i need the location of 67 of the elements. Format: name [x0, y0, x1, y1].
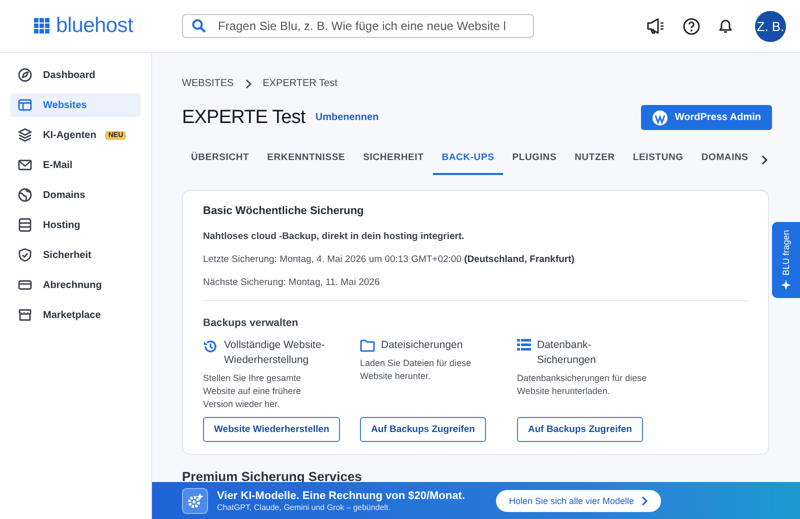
logo-text: bluehost [56, 14, 133, 38]
layout-icon [18, 98, 32, 112]
card-icon [18, 278, 32, 292]
card-title: Basic Wöchentliche Sicherung [203, 205, 365, 217]
sidebar-item[interactable]: Sicherheit [10, 243, 141, 267]
sidebar-item[interactable]: Domains [10, 183, 141, 207]
chevron-right-icon [244, 78, 252, 88]
option-description: Datenbanksicherungen für diese Website herunterladen. [517, 372, 647, 398]
section-heading: Premium Sicherung Services [182, 469, 363, 484]
sidebar-item[interactable]: Dashboard [10, 63, 141, 87]
banner-subtitle: ChatGPT, Claude, Gemini und Grok – gebündelt. [217, 502, 392, 512]
option-button[interactable]: Auf Backups Zugreifen [517, 417, 643, 442]
layers-icon [18, 128, 32, 142]
wordpress-icon [652, 110, 668, 126]
chevron-right-icon[interactable] [761, 154, 768, 164]
site-title: EXPERTE Test [182, 106, 306, 128]
sparkle-icon [781, 280, 791, 290]
compass-icon [18, 68, 32, 82]
shield-icon [18, 248, 32, 262]
option-title: Dateisicherungen [381, 338, 463, 353]
history-icon [203, 339, 218, 354]
tab[interactable]: BACK-UPS [432, 144, 504, 175]
option-title: Datenbank-Sicherungen [537, 338, 597, 368]
megaphone-icon[interactable] [647, 18, 665, 34]
current-page-label: EXPERTER Test [262, 78, 338, 89]
rename-link[interactable]: Umbenennen [315, 112, 379, 123]
tab[interactable]: SICHERHEIT [354, 144, 433, 175]
banner-title: Vier KI-Modelle. Eine Rechnung von $20/Monat. [217, 490, 465, 502]
sparkle-gear-icon [182, 488, 208, 514]
wordpress-admin-button[interactable]: WordPress Admin [640, 105, 772, 130]
ask-blu-tab[interactable]: BLU fragen [772, 222, 800, 298]
tab[interactable]: ERKENNTNISSE [258, 144, 354, 175]
search-field[interactable]: Fragen Sie Blu, z. B. Wie füge ich eine neue Website l [182, 14, 534, 38]
tab[interactable]: LEISTUNG [624, 144, 692, 175]
user-avatar[interactable]: Z. B. [755, 10, 786, 42]
option-title: Vollständige Website-Wiederherstellung [224, 338, 326, 368]
folder-icon [360, 339, 375, 352]
sidebar-item[interactable]: Abrechnung [10, 273, 141, 297]
grid-logo-icon [34, 18, 50, 34]
next-backup-text: Nächste Sicherung: Montag, 11. Mai 2026 [203, 277, 381, 288]
envelope-icon [18, 158, 32, 172]
tab[interactable]: ÜBERSICHT [182, 144, 258, 175]
intro-text: Nahtloses cloud -Backup, direkt in dein hosting integriert. [203, 231, 466, 242]
store-icon [18, 308, 32, 322]
bell-icon[interactable] [718, 18, 733, 34]
sidebar-item[interactable]: E-Mail [10, 153, 141, 177]
tab[interactable]: PLUGINS [503, 144, 566, 175]
sidebar-item[interactable]: Websites [10, 93, 141, 117]
help-icon[interactable] [683, 18, 700, 34]
option-description: Laden Sie Dateien für diese Website herunter. [360, 357, 472, 383]
option-description: Stellen Sie Ihre gesamte Website auf eine frühere Version wieder her. [203, 372, 302, 411]
tab[interactable]: DOMAINS [692, 144, 758, 175]
globe-icon [18, 188, 32, 202]
list-icon [517, 339, 531, 351]
last-backup-text: Letzte Sicherung: Montag, 4. Mai 2026 um 00:13 GMT+02:00 (Deutschland, Frankfurt) [203, 254, 576, 265]
tab[interactable]: NUTZER [566, 144, 624, 175]
option-button[interactable]: Auf Backups Zugreifen [360, 417, 486, 442]
breadcrumb-link[interactable]: WEBSITES [182, 78, 234, 89]
search-icon [192, 19, 206, 33]
get-models-button[interactable]: Holen Sie sich alle vier Modelle [496, 490, 662, 512]
ask-blu-label: BLU fragen [781, 230, 791, 276]
section-title: Backups verwalten [203, 317, 300, 329]
server-icon [18, 218, 32, 232]
chevron-right-icon [641, 496, 648, 506]
option-button[interactable]: Website Wiederherstellen [203, 417, 340, 442]
sidebar-item[interactable]: Marketplace [10, 303, 141, 327]
sidebar-item[interactable]: Hosting [10, 213, 141, 237]
